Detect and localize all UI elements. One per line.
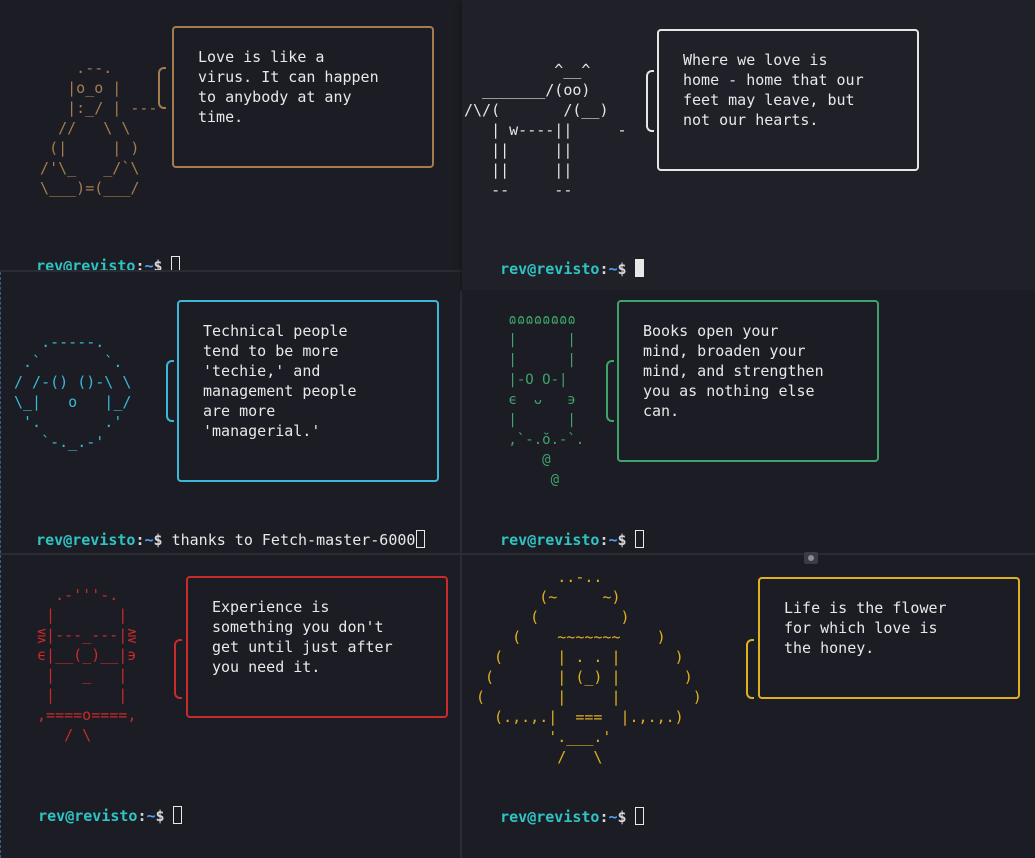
terminal-pane-bottom-left[interactable]: .-'''-. | | ⋚|---_---|⋛ ϵ|__(_)__|϶ | _ … <box>0 555 460 858</box>
terminal-pane-mid-right[interactable]: ɷɷɷɷɷɷɷɷ | | | | |-O O-| ϵ ᴗ ϶ | | ,`-.ŏ… <box>462 290 1035 553</box>
text-cursor <box>416 530 426 548</box>
text-cursor <box>634 259 644 277</box>
prompt-user-host: rev@revisto <box>36 257 136 270</box>
speech-brace <box>158 67 166 109</box>
terminal-pane-top-left[interactable]: .--. |o_o | |:_/ | --- // \ \ (| | ) /'\… <box>0 0 460 270</box>
speech-brace <box>606 360 614 422</box>
shell-prompt[interactable]: rev@revisto:~$ <box>464 239 644 290</box>
prompt-dollar: $ <box>153 531 163 549</box>
quote-bubble: Technical people tend to be more 'techie… <box>177 300 439 482</box>
shell-prompt[interactable]: rev@revisto:~$ <box>464 787 644 847</box>
speech-brace <box>746 639 754 699</box>
ascii-art-robot: .-'''-. | | ⋚|---_---|⋛ ϵ|__(_)__|϶ | _ … <box>37 586 137 744</box>
text-cursor <box>172 806 182 824</box>
text-cursor <box>170 256 180 270</box>
terminal-pane-mid-left[interactable]: .-----. .` `. / /-() ()-\ \ \_| o |_/ '.… <box>0 272 460 553</box>
shell-prompt[interactable]: rev@revisto:~$ <box>464 510 644 553</box>
shell-prompt[interactable]: rev@revisto:~$ <box>2 786 182 846</box>
prompt-colon: : <box>135 531 145 549</box>
prompt-path: ~ <box>608 808 618 826</box>
ascii-art-creature: ɷɷɷɷɷɷɷɷ | | | | |-O O-| ϵ ᴗ ϶ | | ,`-.ŏ… <box>508 312 585 488</box>
prompt-dollar: $ <box>617 531 627 549</box>
prompt-user-host: rev@revisto <box>36 531 136 549</box>
prompt-dollar: $ <box>155 807 165 825</box>
speech-brace <box>174 639 182 699</box>
speech-brace <box>166 360 174 422</box>
quote-bubble: Love is like a virus. It can happen to a… <box>172 26 434 168</box>
ascii-art-robot-face: .-----. .` `. / /-() ()-\ \ \_| o |_/ '.… <box>14 333 132 451</box>
prompt-colon: : <box>599 808 609 826</box>
typed-command: thanks to Fetch-master-6000 <box>171 531 416 549</box>
text-cursor <box>634 530 644 548</box>
prompt-path: ~ <box>608 260 618 278</box>
quote-bubble: Experience is something you don't get un… <box>186 576 448 718</box>
pane-resize-handle-icon[interactable] <box>804 552 818 564</box>
quote-bubble: Where we love is home - home that our fe… <box>657 29 919 171</box>
shell-prompt[interactable]: rev@revisto:~$ <box>0 236 180 270</box>
prompt-path: ~ <box>146 807 156 825</box>
prompt-path: ~ <box>144 257 154 270</box>
prompt-user-host: rev@revisto <box>500 531 600 549</box>
prompt-dollar: $ <box>617 260 627 278</box>
prompt-user-host: rev@revisto <box>38 807 138 825</box>
quote-bubble: Life is the flower for which love is the… <box>758 577 1020 699</box>
prompt-colon: : <box>135 257 145 270</box>
speech-brace <box>646 70 654 132</box>
prompt-colon: : <box>137 807 147 825</box>
prompt-dollar: $ <box>617 808 627 826</box>
prompt-path: ~ <box>608 531 618 549</box>
prompt-dollar: $ <box>153 257 163 270</box>
terminal-pane-top-right[interactable]: ^__^ _______/(oo) /\/( /(__) | w----|| -… <box>462 0 1035 290</box>
prompt-user-host: rev@revisto <box>500 260 600 278</box>
ascii-art-bear: ..-.. (~ ~) ( ) ( ~~~~~~~ ) ( | . . | ) … <box>476 568 702 766</box>
terminal-pane-bottom-right[interactable]: ..-.. (~ ~) ( ) ( ~~~~~~~ ) ( | . . | ) … <box>462 555 1035 858</box>
ascii-art-cow: ^__^ _______/(oo) /\/( /(__) | w----|| -… <box>464 61 627 199</box>
prompt-colon: : <box>599 260 609 278</box>
prompt-user-host: rev@revisto <box>500 808 600 826</box>
quote-bubble: Books open your mind, broaden your mind,… <box>617 300 879 462</box>
text-cursor <box>634 807 644 825</box>
prompt-colon: : <box>599 531 609 549</box>
ascii-art-penguin: .--. |o_o | |:_/ | --- // \ \ (| | ) /'\… <box>40 59 158 197</box>
prompt-path: ~ <box>144 531 154 549</box>
shell-prompt[interactable]: rev@revisto:~$ thanks to Fetch-master-60… <box>0 510 426 553</box>
